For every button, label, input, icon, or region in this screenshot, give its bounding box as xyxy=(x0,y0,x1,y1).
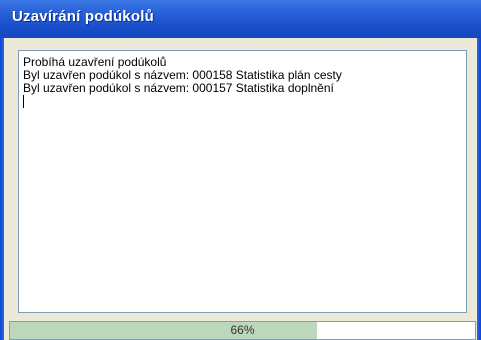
progress-bar: 66% xyxy=(9,321,476,340)
window-frame-right xyxy=(477,38,481,340)
log-line: Byl uzavřen podúkol s názvem: 000157 Sta… xyxy=(23,81,334,95)
log-textarea[interactable]: Probíhá uzavření podúkolů Byl uzavřen po… xyxy=(18,50,467,313)
progress-dialog: Uzavírání podúkolů Probíhá uzavření podú… xyxy=(0,0,481,340)
text-caret xyxy=(23,95,24,108)
window-frame-left xyxy=(0,38,4,340)
progress-percent-label: 66% xyxy=(230,323,255,337)
text-caret-line xyxy=(23,95,462,108)
title-bar[interactable]: Uzavírání podúkolů xyxy=(0,0,481,38)
window-title: Uzavírání podúkolů xyxy=(12,8,154,25)
